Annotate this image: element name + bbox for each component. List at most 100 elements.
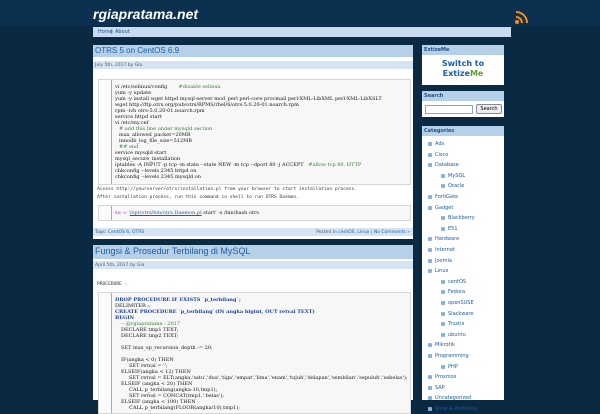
comments-link[interactable]: No Comments »: [374, 230, 410, 235]
main-navigation: Home | About: [93, 27, 511, 37]
post-paragraph: PROCEDURE :: [97, 282, 128, 287]
post-date-author: July 5th, 2017 by Gia: [95, 63, 143, 68]
post-paragraph: Access http://yourserver/otrs/installati…: [97, 187, 357, 192]
post-otrs: OTRS 5 on CentOS 6.9 July 5th, 2017 by G…: [93, 45, 413, 239]
folder-icon: [428, 152, 432, 157]
category-link[interactable]: Fedora: [448, 289, 465, 295]
folder-icon: [441, 173, 445, 178]
post-date-author: April 5th, 2017 by Gia: [95, 263, 145, 268]
code-comment: #allow tcp 80, HTTP: [308, 162, 362, 168]
category-link[interactable]: Virus & Antivirus: [435, 406, 477, 412]
post-meta: July 5th, 2017 by Gia: [93, 61, 413, 69]
category-link[interactable]: ubuntu: [448, 332, 466, 338]
tag-links[interactable]: CentOS 6, OTRS: [108, 230, 144, 235]
category-link[interactable]: Database: [435, 162, 459, 168]
code-line: chkconfig --levels 2345 mysqld on: [115, 174, 201, 180]
search-button[interactable]: Search: [476, 104, 502, 114]
post-tags: Tags: CentOS 6, OTRS: [95, 230, 145, 235]
folder-icon: [441, 322, 445, 327]
category-link[interactable]: Blackberry: [448, 215, 475, 221]
post-title-bar: Fungsi & Prosedur Terbilang di MySQL: [93, 245, 413, 259]
widget-title: Search: [422, 91, 504, 101]
category-link[interactable]: Hardware: [435, 236, 459, 242]
post-categories: Posted in centOS, Linux | No Comments »: [316, 230, 410, 235]
nav-separator: |: [111, 29, 113, 35]
code-block[interactable]: vi /etc/selinux/config #disable selinux …: [98, 79, 411, 185]
extizeme-link[interactable]: Switch to ExtizeMe: [422, 59, 504, 79]
code-comment: #disable selinux: [178, 84, 221, 90]
category-link[interactable]: Programming: [435, 353, 469, 359]
category-link[interactable]: Uncategorized: [435, 395, 471, 401]
category-link[interactable]: PHP: [448, 364, 458, 370]
code-line: DECLARE tmp2 TEXT;: [121, 333, 179, 339]
category-links[interactable]: centOS, Linux: [338, 230, 369, 235]
category-link[interactable]: openSUSE: [448, 300, 474, 306]
folder-icon: [441, 301, 445, 305]
folder-icon: [428, 163, 432, 168]
category-link[interactable]: Slackware: [448, 311, 473, 317]
folder-icon: [428, 407, 432, 411]
category-link[interactable]: Cisco: [435, 152, 448, 158]
folder-icon: [428, 237, 432, 242]
category-link[interactable]: FortiGate: [435, 194, 458, 200]
folder-icon: [441, 279, 445, 284]
line-number-gutter: [99, 293, 112, 413]
folder-icon: [441, 364, 445, 369]
folder-icon: [441, 311, 445, 316]
widget-title: Categories: [422, 126, 504, 136]
code-block[interactable]: su -c '/opt/otrs/bin/otrs.Daemon.pl star…: [98, 205, 411, 221]
code-line: CREATE PROCEDURE `p_terbilang`(IN angka …: [115, 309, 315, 315]
code-line: CALL p_terbilang(FLOOR(angka/10),tmp1);: [129, 405, 240, 411]
post-title-link[interactable]: OTRS 5 on CentOS 6.9: [95, 46, 179, 55]
category-link[interactable]: MySQL: [448, 173, 465, 179]
search-input[interactable]: [425, 105, 473, 114]
folder-icon: [428, 205, 432, 210]
category-link[interactable]: SAP: [435, 385, 445, 391]
category-link[interactable]: Joomla: [435, 258, 452, 264]
category-link[interactable]: centOS: [448, 279, 466, 285]
rss-feed-icon[interactable]: [514, 9, 532, 25]
category-link[interactable]: E51: [448, 226, 458, 232]
line-number-gutter: [99, 80, 112, 184]
code-line: su -c '/opt/otrs/bin/otrs.Daemon.pl star…: [115, 210, 259, 216]
code-line: SET max_sp_recursion_depth := 20;: [121, 345, 213, 351]
folder-icon: [428, 343, 432, 348]
category-link[interactable]: Trustix: [448, 321, 464, 327]
post-title-link[interactable]: Fungsi & Prosedur Terbilang di MySQL: [95, 246, 250, 256]
folder-icon: [441, 216, 445, 221]
folder-icon: [428, 385, 432, 390]
category-link[interactable]: Ads: [435, 141, 444, 147]
extizeme-line: Switch to: [441, 59, 485, 68]
category-link[interactable]: Gadget: [435, 205, 453, 211]
folder-icon: [428, 269, 432, 274]
post-meta: April 5th, 2017 by Gia: [93, 261, 413, 269]
code-block[interactable]: DROP PROCEDURE IF EXISTS `p_terbilang`; …: [98, 292, 411, 414]
folder-icon: [441, 184, 445, 189]
extizeme-brand: ExtizeMe: [442, 69, 484, 78]
post-terbilang: Fungsi & Prosedur Terbilang di MySQL Apr…: [93, 245, 413, 414]
folder-icon: [428, 375, 432, 380]
category-link[interactable]: Proxmox: [435, 374, 456, 380]
categories-widget: Categories Ads Cisco Database MySQL Oracle Fo…: [422, 126, 504, 412]
folder-icon: [441, 290, 445, 295]
category-link[interactable]: Mikrotik: [435, 342, 455, 348]
post-paragraph: After installation process, run this com…: [97, 195, 299, 200]
category-link[interactable]: Linux: [435, 268, 448, 274]
nav-about-link[interactable]: About: [115, 29, 130, 35]
folder-icon: [441, 226, 445, 231]
daemon-path-link[interactable]: /opt/otrs/bin/otrs.Daemon.pl: [130, 210, 202, 216]
site-header: rgiapratama.net: [0, 0, 600, 26]
post-footer: Tags: CentOS 6, OTRS Posted in centOS, L…: [93, 228, 413, 236]
category-link[interactable]: Internet: [435, 247, 455, 253]
folder-icon: [428, 354, 432, 358]
site-title[interactable]: rgiapratama.net: [93, 6, 198, 22]
folder-icon: [428, 142, 432, 146]
post-title-bar: OTRS 5 on CentOS 6.9: [93, 45, 413, 57]
category-link[interactable]: Oracle: [448, 183, 464, 189]
folder-icon: [428, 195, 432, 199]
extizeme-widget: ExtizeMe Switch to ExtizeMe: [422, 45, 504, 85]
folder-icon: [441, 332, 445, 337]
search-widget: Search Search: [422, 91, 504, 117]
widget-title: ExtizeMe: [422, 45, 504, 55]
line-number-gutter: [99, 206, 112, 220]
